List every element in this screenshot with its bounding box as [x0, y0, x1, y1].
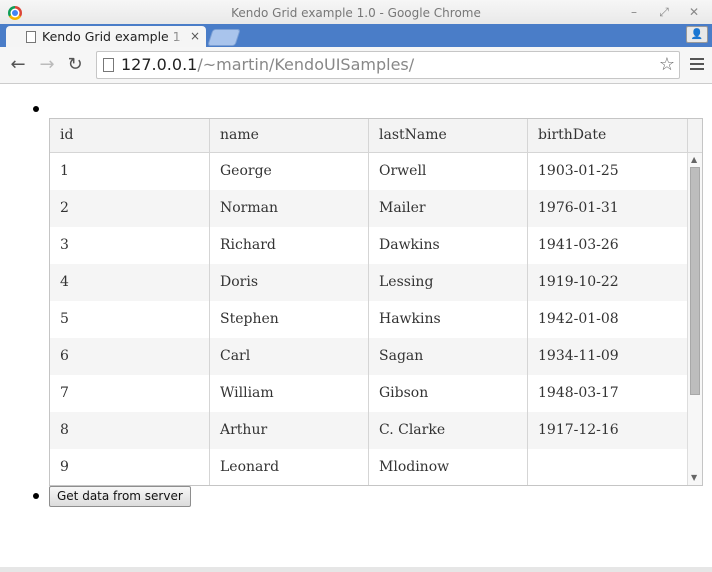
kendo-grid: id name lastName birthDate 1 George Orwell… — [49, 118, 703, 486]
window-bottom-border — [0, 567, 712, 572]
cell-id: 7 — [50, 375, 210, 412]
cell-name: Stephen — [210, 301, 369, 338]
minimize-icon[interactable]: – — [626, 4, 642, 20]
grid-body: 1 George Orwell 1903-01-25 2 Norman Mailer 1976… — [50, 153, 687, 485]
table-row[interactable]: 7 William Gibson 1948-03-17 — [50, 375, 687, 412]
cell-lastname: Dawkins — [369, 227, 528, 264]
star-icon[interactable]: ☆ — [659, 54, 675, 75]
window-titlebar: Kendo Grid example 1.0 - Google Chrome –… — [0, 0, 712, 25]
table-row[interactable]: 1 George Orwell 1903-01-25 — [50, 153, 687, 190]
table-row[interactable]: 6 Carl Sagan 1934-11-09 — [50, 338, 687, 375]
tab-title: Kendo Grid example 1.0 — [42, 29, 182, 44]
reload-icon[interactable]: ↻ — [64, 54, 86, 76]
cell-birthdate: 1934-11-09 — [528, 338, 687, 375]
cell-lastname: Mlodinow — [369, 449, 528, 485]
back-arrow-icon[interactable]: ← — [7, 54, 29, 76]
get-data-button[interactable]: Get data from server — [49, 486, 191, 507]
table-row[interactable]: 2 Norman Mailer 1976-01-31 — [50, 190, 687, 227]
maximize-icon[interactable]: ⤢ — [656, 4, 672, 20]
window-title: Kendo Grid example 1.0 - Google Chrome — [231, 6, 481, 20]
cell-id: 1 — [50, 153, 210, 190]
cell-lastname: Sagan — [369, 338, 528, 375]
cell-birthdate: 1917-12-16 — [528, 412, 687, 449]
table-row[interactable]: 4 Doris Lessing 1919-10-22 — [50, 264, 687, 301]
scroll-up-arrow-icon[interactable]: ▲ — [691, 155, 697, 164]
browser-toolbar: ← → ↻ 127.0.0.1/~martin/KendoUISamples/ … — [0, 47, 712, 84]
hamburger-menu-icon[interactable] — [690, 58, 704, 73]
cell-id: 5 — [50, 301, 210, 338]
list-bullet — [33, 106, 39, 112]
url-path: /~martin/KendoUISamples/ — [197, 55, 415, 74]
tab-close-icon[interactable]: × — [190, 29, 200, 43]
list-bullet — [33, 493, 39, 499]
document-icon — [26, 31, 36, 43]
url-host: 127.0.0.1 — [121, 55, 198, 74]
scrollbar-thumb[interactable] — [690, 167, 700, 395]
cell-id: 2 — [50, 190, 210, 227]
page-icon — [103, 58, 114, 72]
close-icon[interactable]: ✕ — [686, 4, 702, 20]
cell-id: 9 — [50, 449, 210, 485]
address-bar[interactable]: 127.0.0.1/~martin/KendoUISamples/ ☆ — [96, 51, 680, 79]
column-header-id[interactable]: id — [50, 119, 210, 152]
column-header-name[interactable]: name — [210, 119, 369, 152]
column-header-birthdate[interactable]: birthDate — [528, 119, 688, 152]
table-row[interactable]: 8 Arthur C. Clarke 1917-12-16 — [50, 412, 687, 449]
cell-birthdate: 1941-03-26 — [528, 227, 687, 264]
cell-id: 6 — [50, 338, 210, 375]
cell-name: George — [210, 153, 369, 190]
cell-id: 3 — [50, 227, 210, 264]
grid-scrollbar[interactable]: ▲ ▼ — [687, 153, 702, 485]
cell-name: Norman — [210, 190, 369, 227]
scroll-down-arrow-icon[interactable]: ▼ — [691, 473, 697, 482]
cell-lastname: C. Clarke — [369, 412, 528, 449]
grid-header: id name lastName birthDate — [50, 119, 702, 153]
cell-birthdate: 1903-01-25 — [528, 153, 687, 190]
table-row[interactable]: 3 Richard Dawkins 1941-03-26 — [50, 227, 687, 264]
cell-id: 4 — [50, 264, 210, 301]
url-text[interactable]: 127.0.0.1/~martin/KendoUISamples/ — [121, 55, 414, 74]
cell-lastname: Hawkins — [369, 301, 528, 338]
cell-birthdate: 1976-01-31 — [528, 190, 687, 227]
cell-id: 8 — [50, 412, 210, 449]
cell-name: Richard — [210, 227, 369, 264]
column-header-lastname[interactable]: lastName — [369, 119, 528, 152]
cell-lastname: Lessing — [369, 264, 528, 301]
tab-title-fade — [166, 26, 186, 47]
cell-birthdate: 1948-03-17 — [528, 375, 687, 412]
tab-strip: Kendo Grid example 1.0 × 👤 — [0, 24, 712, 47]
cell-name: Doris — [210, 264, 369, 301]
cell-lastname: Orwell — [369, 153, 528, 190]
new-tab-button[interactable] — [207, 29, 241, 46]
table-row[interactable]: 5 Stephen Hawkins 1942-01-08 — [50, 301, 687, 338]
cell-birthdate — [528, 449, 687, 485]
cell-lastname: Mailer — [369, 190, 528, 227]
table-row[interactable]: 9 Leonard Mlodinow — [50, 449, 687, 485]
browser-tab[interactable]: Kendo Grid example 1.0 × — [6, 26, 206, 47]
cell-birthdate: 1919-10-22 — [528, 264, 687, 301]
cell-name: William — [210, 375, 369, 412]
cell-lastname: Gibson — [369, 375, 528, 412]
cell-birthdate: 1942-01-08 — [528, 301, 687, 338]
profile-icon[interactable]: 👤 — [686, 26, 708, 43]
cell-name: Carl — [210, 338, 369, 375]
forward-arrow-icon[interactable]: → — [36, 54, 58, 76]
cell-name: Leonard — [210, 449, 369, 485]
cell-name: Arthur — [210, 412, 369, 449]
